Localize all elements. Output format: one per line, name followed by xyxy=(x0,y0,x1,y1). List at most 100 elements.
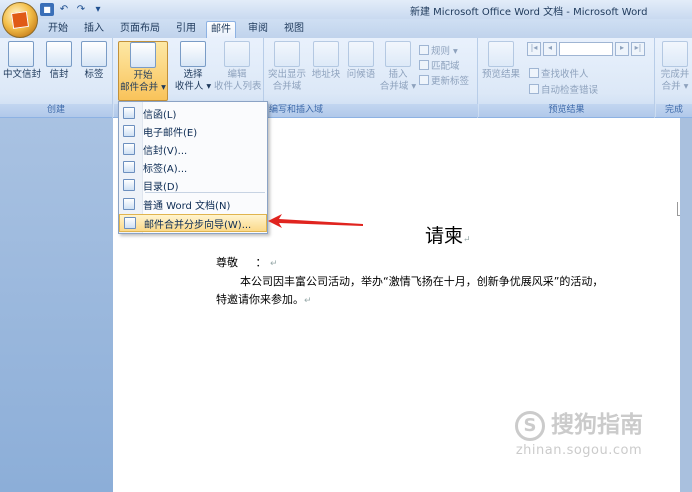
select-recipients-icon xyxy=(180,41,206,67)
finish-line1: 完成并 xyxy=(660,69,690,80)
ribbon: 中文信封 信封 标签 创建 开始 邮件合并 ▾ 选择 收件人 ▾ 编辑 收件人列… xyxy=(0,38,692,118)
paragraph-mark: ↵ xyxy=(269,259,278,269)
watermark-brand: 搜狗指南 xyxy=(551,412,643,438)
menu-item-envelopes-label: 信封(V)... xyxy=(143,145,188,157)
menu-item-normal-document-label: 普通 Word 文档(N) xyxy=(143,200,231,212)
insert-field-line2: 合并域 ▾ xyxy=(379,81,417,92)
rules-label: 规则 ▾ xyxy=(431,46,458,57)
first-record-icon[interactable]: |◂ xyxy=(527,42,541,56)
rules-button[interactable]: 规则 ▾ xyxy=(419,43,458,57)
tab-review[interactable]: 审阅 xyxy=(244,21,272,38)
envelope-icon xyxy=(46,41,72,67)
tab-mailings[interactable]: 邮件 xyxy=(206,21,236,38)
labels-button[interactable]: 标签 xyxy=(80,41,108,81)
envelope-label: 信封 xyxy=(49,69,69,80)
save-icon[interactable]: ■ xyxy=(40,3,54,16)
last-record-icon[interactable]: ▸| xyxy=(631,42,645,56)
greeting-line-button[interactable]: 问候语 xyxy=(344,41,378,81)
tab-insert[interactable]: 插入 xyxy=(80,21,108,38)
highlight-line2: 合并域 xyxy=(272,81,302,92)
qat-more-icon[interactable]: ▾ xyxy=(91,3,105,16)
directory-icon xyxy=(123,179,135,191)
insert-merge-field-button[interactable]: 插入 合并域 ▾ xyxy=(378,41,418,93)
update-labels-icon xyxy=(419,75,429,85)
group-preview: 预览结果 |◂ ◂ ▸ ▸| 查找收件人 自动检查错误 预览结果 xyxy=(479,38,655,118)
highlight-fields-icon xyxy=(274,41,300,67)
greeting-line-label: 问候语 xyxy=(346,69,376,80)
start-mail-merge-menu: 信函(L) 电子邮件(E) 信封(V)... 标签(A)... 目录(D) 普通… xyxy=(118,101,268,234)
watermark-logo-icon: S xyxy=(515,410,545,441)
start-merge-icon xyxy=(130,42,156,68)
body-line-1: 本公司因丰富公司活动，举办“激情飞扬在十月，创新争优展风采”的活动， xyxy=(240,273,603,289)
group-preview-label: 预览结果 xyxy=(479,104,654,117)
preview-results-button[interactable]: 预览结果 xyxy=(481,41,521,81)
preview-results-label: 预览结果 xyxy=(481,69,520,80)
body-line-2-text: 特邀请你来参加。 xyxy=(216,293,304,306)
salutation-line: 尊敬 ： ↵ xyxy=(216,254,278,270)
menu-item-normal-document[interactable]: 普通 Word 文档(N) xyxy=(119,195,267,213)
menu-item-merge-wizard-label: 邮件合并分步向导(W)... xyxy=(144,219,252,231)
preview-results-icon xyxy=(488,41,514,67)
tab-home[interactable]: 开始 xyxy=(44,21,72,38)
start-merge-line1: 开始 xyxy=(133,70,153,81)
menu-item-letters[interactable]: 信函(L) xyxy=(119,104,267,122)
highlight-line1: 突出显示 xyxy=(267,69,306,80)
menu-item-merge-wizard[interactable]: 邮件合并分步向导(W)... xyxy=(119,214,267,232)
update-labels-label: 更新标签 xyxy=(431,76,470,87)
auto-check-errors-label: 自动检查错误 xyxy=(541,85,599,96)
group-finish-label: 完成 xyxy=(656,104,692,117)
prev-record-icon[interactable]: ◂ xyxy=(543,42,557,56)
undo-icon[interactable]: ↶ xyxy=(57,3,71,16)
finish-merge-button[interactable]: 完成并 合并 ▾ xyxy=(658,41,692,93)
quick-access-toolbar: ■ ↶ ↷ ▾ xyxy=(40,2,105,17)
menu-item-envelopes[interactable]: 信封(V)... xyxy=(119,140,267,158)
update-labels-button[interactable]: 更新标签 xyxy=(419,73,469,87)
edit-recipients-button[interactable]: 编辑 收件人列表 xyxy=(214,41,262,93)
envelope-button[interactable]: 信封 xyxy=(45,41,73,81)
select-recipients-button[interactable]: 选择 收件人 ▾ xyxy=(170,41,216,93)
auto-check-errors-button[interactable]: 自动检查错误 xyxy=(529,82,598,96)
edit-recipients-line2: 收件人列表 xyxy=(214,81,262,92)
finish-line2: 合并 ▾ xyxy=(661,81,689,92)
redo-icon[interactable]: ↷ xyxy=(74,3,88,16)
right-background xyxy=(680,118,692,492)
title-bar: ■ ↶ ↷ ▾ 新建 Microsoft Office Word 文档 - Mi… xyxy=(0,0,692,19)
paragraph-mark: ↵ xyxy=(304,296,312,306)
start-merge-line2: 邮件合并 ▾ xyxy=(120,82,166,93)
edit-recipients-line1: 编辑 xyxy=(227,69,247,80)
highlight-fields-button[interactable]: 突出显示 合并域 xyxy=(267,41,307,93)
tab-references[interactable]: 引用 xyxy=(172,21,200,38)
record-number-input[interactable] xyxy=(559,42,613,56)
find-recipient-label: 查找收件人 xyxy=(541,69,589,80)
body-line-2: 特邀请你来参加。↵ xyxy=(216,291,312,307)
menu-item-email[interactable]: 电子邮件(E) xyxy=(119,122,267,140)
office-button[interactable] xyxy=(2,2,38,38)
letter-icon xyxy=(123,107,135,119)
match-fields-button[interactable]: 匹配域 xyxy=(419,58,460,72)
menu-item-directory-label: 目录(D) xyxy=(143,181,179,193)
ribbon-tabs: 开始 插入 页面布局 引用 邮件 审阅 视图 xyxy=(0,19,692,38)
edit-recipients-icon xyxy=(224,41,250,67)
tab-page-layout[interactable]: 页面布局 xyxy=(116,21,164,38)
annotation-arrow xyxy=(268,214,363,228)
menu-item-labels[interactable]: 标签(A)... xyxy=(119,158,267,176)
finish-merge-icon xyxy=(662,41,688,67)
menu-item-labels-label: 标签(A)... xyxy=(143,163,188,175)
match-fields-label: 匹配域 xyxy=(431,61,460,72)
label-menu-icon xyxy=(123,161,135,173)
body-line-1-text: 本公司因丰富公司活动，举办“激情飞扬在十月，创新争优展风采”的活动， xyxy=(240,275,604,288)
record-navigator: |◂ ◂ ▸ ▸| xyxy=(527,42,651,58)
next-record-icon[interactable]: ▸ xyxy=(615,42,629,56)
match-fields-icon xyxy=(419,60,429,70)
address-block-button[interactable]: 地址块 xyxy=(309,41,343,81)
watermark: S 搜狗指南 zhinan.sogou.com xyxy=(515,405,643,458)
chinese-envelope-icon xyxy=(8,41,34,67)
word-document-icon xyxy=(123,198,135,210)
office-logo-icon xyxy=(10,10,30,30)
tab-view[interactable]: 视图 xyxy=(280,21,308,38)
chinese-envelope-button[interactable]: 中文信封 xyxy=(3,41,41,81)
letter-title-text: 请柬 xyxy=(425,225,464,247)
start-mail-merge-button[interactable]: 开始 邮件合并 ▾ xyxy=(118,41,168,101)
find-recipient-button[interactable]: 查找收件人 xyxy=(529,66,589,80)
email-icon xyxy=(123,125,135,137)
